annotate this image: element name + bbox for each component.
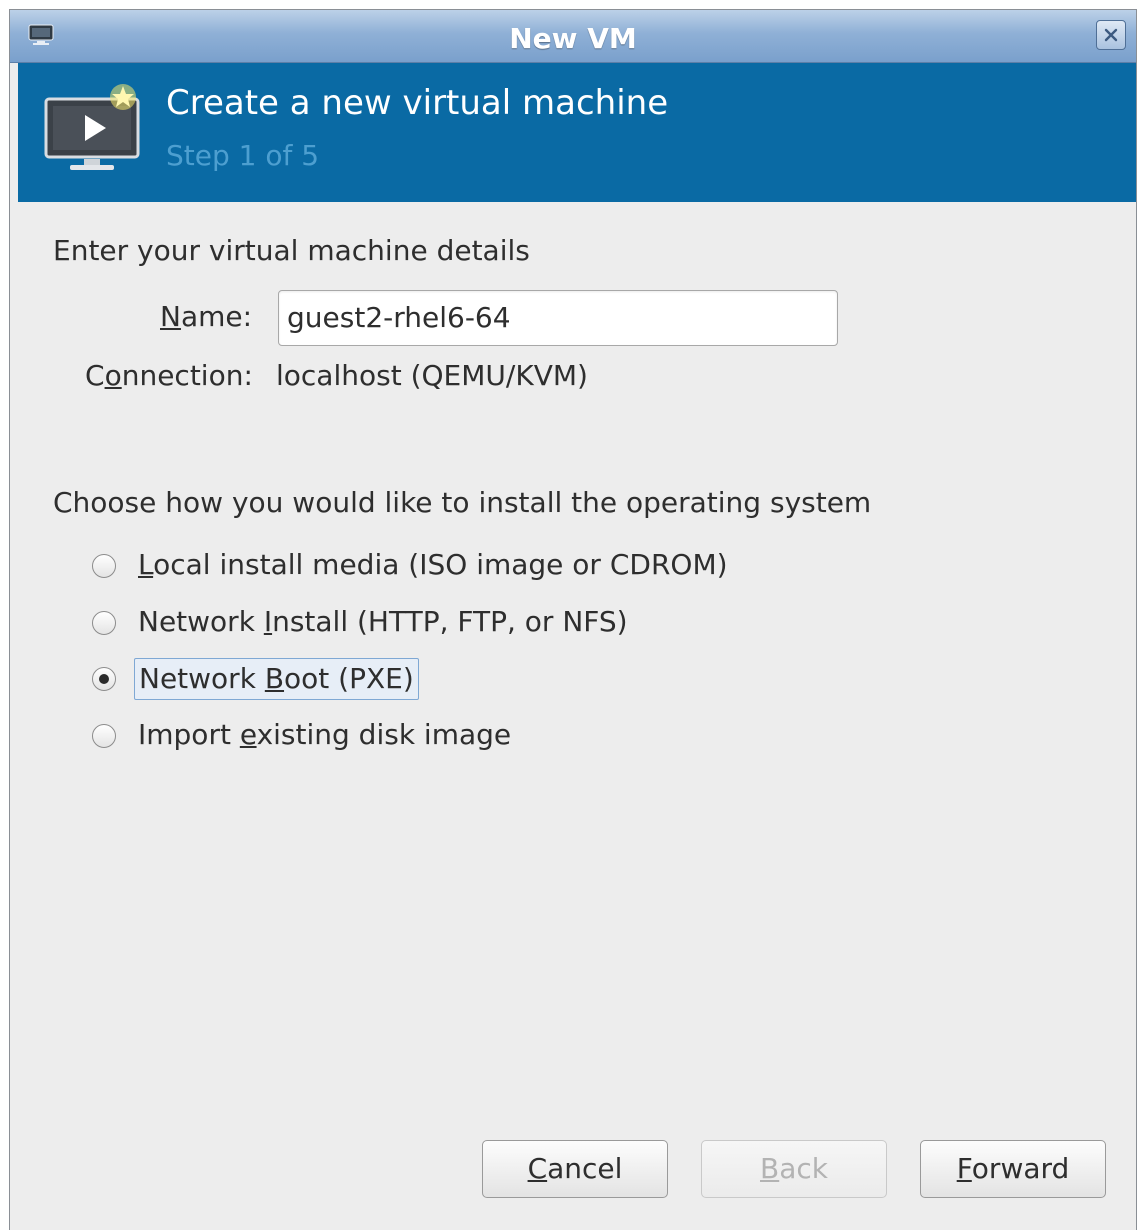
radio-button[interactable] [92, 724, 116, 748]
connection-label: Connection: [85, 359, 253, 392]
new-vm-monitor-icon [40, 81, 148, 181]
name-label-mnemonic: N [160, 300, 181, 333]
name-label-rest: ame: [180, 300, 253, 333]
connection-label-rest: nnection: [121, 359, 253, 392]
close-button[interactable] [1096, 20, 1126, 50]
radio-label[interactable]: Import existing disk image [134, 715, 515, 757]
install-section-label: Choose how you would like to install the… [53, 486, 872, 519]
back-button[interactable]: Back [701, 1140, 887, 1198]
wizard-heading: Create a new virtual machine [166, 83, 669, 123]
new-vm-window: New VM Create a new virtual machine Step… [9, 9, 1137, 1230]
radio-button[interactable] [92, 554, 116, 578]
radio-button[interactable] [92, 611, 116, 635]
radio-button-selected[interactable] [92, 667, 116, 691]
window-title: New VM [509, 22, 637, 55]
details-section-label: Enter your virtual machine details [53, 234, 530, 267]
connection-label-pre: C [85, 359, 105, 392]
connection-value: localhost (QEMU/KVM) [276, 359, 588, 392]
name-label: Name: [160, 300, 252, 333]
radio-label[interactable]: Network Install (HTTP, FTP, or NFS) [134, 602, 632, 644]
radio-label[interactable]: Local install media (ISO image or CDROM) [134, 545, 732, 587]
wizard-step-indicator: Step 1 of 5 [166, 139, 320, 172]
radio-label[interactable]: Network Boot (PXE) [134, 658, 419, 700]
wizard-banner: Create a new virtual machine Step 1 of 5 [18, 63, 1136, 202]
connection-label-mnemonic: o [104, 359, 122, 392]
cancel-button[interactable]: Cancel [482, 1140, 668, 1198]
close-icon [1104, 28, 1118, 42]
title-bar[interactable]: New VM [10, 10, 1136, 63]
forward-button[interactable]: Forward [920, 1140, 1106, 1198]
name-input[interactable]: guest2-rhel6-64 [278, 290, 838, 346]
